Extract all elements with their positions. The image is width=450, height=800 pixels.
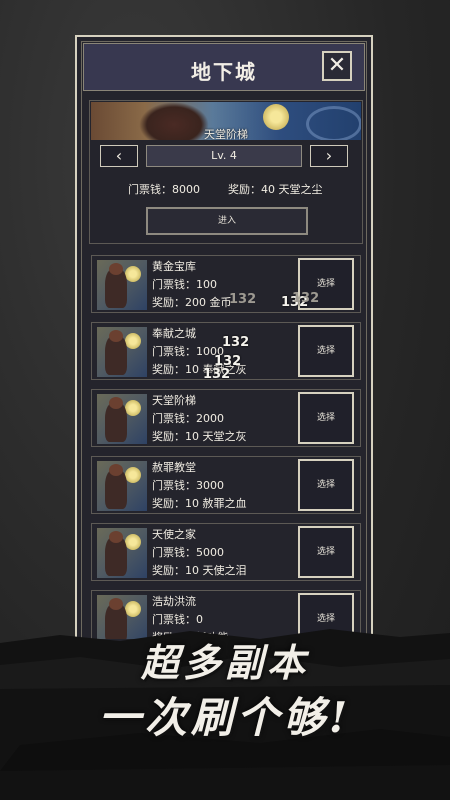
dungeon-name: 浩劫洪流 xyxy=(152,595,196,608)
close-button[interactable]: ✕ xyxy=(322,51,352,81)
dungeon-reward: 奖励：200 金币 xyxy=(152,296,232,309)
featured-dungeon: 天堂阶梯 ‹ Lv. 4 › 门票钱：8000 奖励：40 天堂之尘 进入 xyxy=(89,100,363,244)
dungeon-thumbnail xyxy=(97,528,147,578)
dungeon-name: 天使之家 xyxy=(152,528,196,541)
dungeon-list[interactable]: 黄金宝库 门票钱：100 奖励：200 金币 选择 奉献之城 门票钱：1000 … xyxy=(89,251,363,639)
dungeon-ticket: 门票钱：3000 xyxy=(152,479,224,492)
prev-level-button[interactable]: ‹ xyxy=(100,145,138,167)
damage-number: 132 xyxy=(229,292,257,307)
dungeon-reward: 奖励：10 天使之泪 xyxy=(152,564,247,577)
featured-reward: 奖励：40 天堂之尘 xyxy=(228,183,323,196)
dungeon-thumbnail xyxy=(97,327,147,377)
dungeon-name: 黄金宝库 xyxy=(152,260,196,273)
slogan-line-1: 超多副本 xyxy=(140,640,309,685)
dungeon-ticket: 门票钱：100 xyxy=(152,278,217,291)
dungeon-name: 奉献之城 xyxy=(152,327,196,340)
damage-number: 132 xyxy=(222,335,250,350)
dungeon-name: 赦罪教堂 xyxy=(152,461,196,474)
dungeon-ticket: 门票钱：2000 xyxy=(152,412,224,425)
level-display: Lv. 4 xyxy=(146,145,302,167)
list-item: 天使之家 门票钱：5000 奖励：10 天使之泪 选择 xyxy=(91,523,361,581)
dungeon-thumbnail xyxy=(97,394,147,444)
list-item: 赦罪教堂 门票钱：3000 奖励：10 赦罪之血 选择 xyxy=(91,456,361,514)
dungeon-thumbnail xyxy=(97,260,147,310)
featured-banner-image: 天堂阶梯 xyxy=(91,102,361,140)
dialog-header: 地下城 ✕ xyxy=(83,43,365,91)
dungeon-ticket: 门票钱：5000 xyxy=(152,546,224,559)
dungeon-reward: 奖励：10 天堂之灰 xyxy=(152,430,247,443)
list-item: 黄金宝库 门票钱：100 奖励：200 金币 选择 xyxy=(91,255,361,313)
select-button[interactable]: 选择 xyxy=(298,459,354,511)
select-button[interactable]: 选择 xyxy=(298,392,354,444)
featured-dungeon-name: 天堂阶梯 xyxy=(204,128,248,140)
level-selector: ‹ Lv. 4 › xyxy=(100,145,352,167)
featured-ticket: 门票钱：8000 xyxy=(128,183,200,196)
dungeon-reward: 奖励：10 赦罪之血 xyxy=(152,497,247,510)
select-button[interactable]: 选择 xyxy=(298,325,354,377)
slogan-line-2: 一次刷个够! xyxy=(98,693,352,742)
list-item: 天堂阶梯 门票钱：2000 奖励：10 天堂之灰 选择 xyxy=(91,389,361,447)
next-level-button[interactable]: › xyxy=(310,145,348,167)
damage-number: 132 xyxy=(203,367,231,382)
select-button[interactable]: 选择 xyxy=(298,526,354,578)
enter-button[interactable]: 进入 xyxy=(146,207,308,235)
damage-number: 132 xyxy=(292,291,320,306)
dungeon-thumbnail xyxy=(97,461,147,511)
dungeon-name: 天堂阶梯 xyxy=(152,394,196,407)
